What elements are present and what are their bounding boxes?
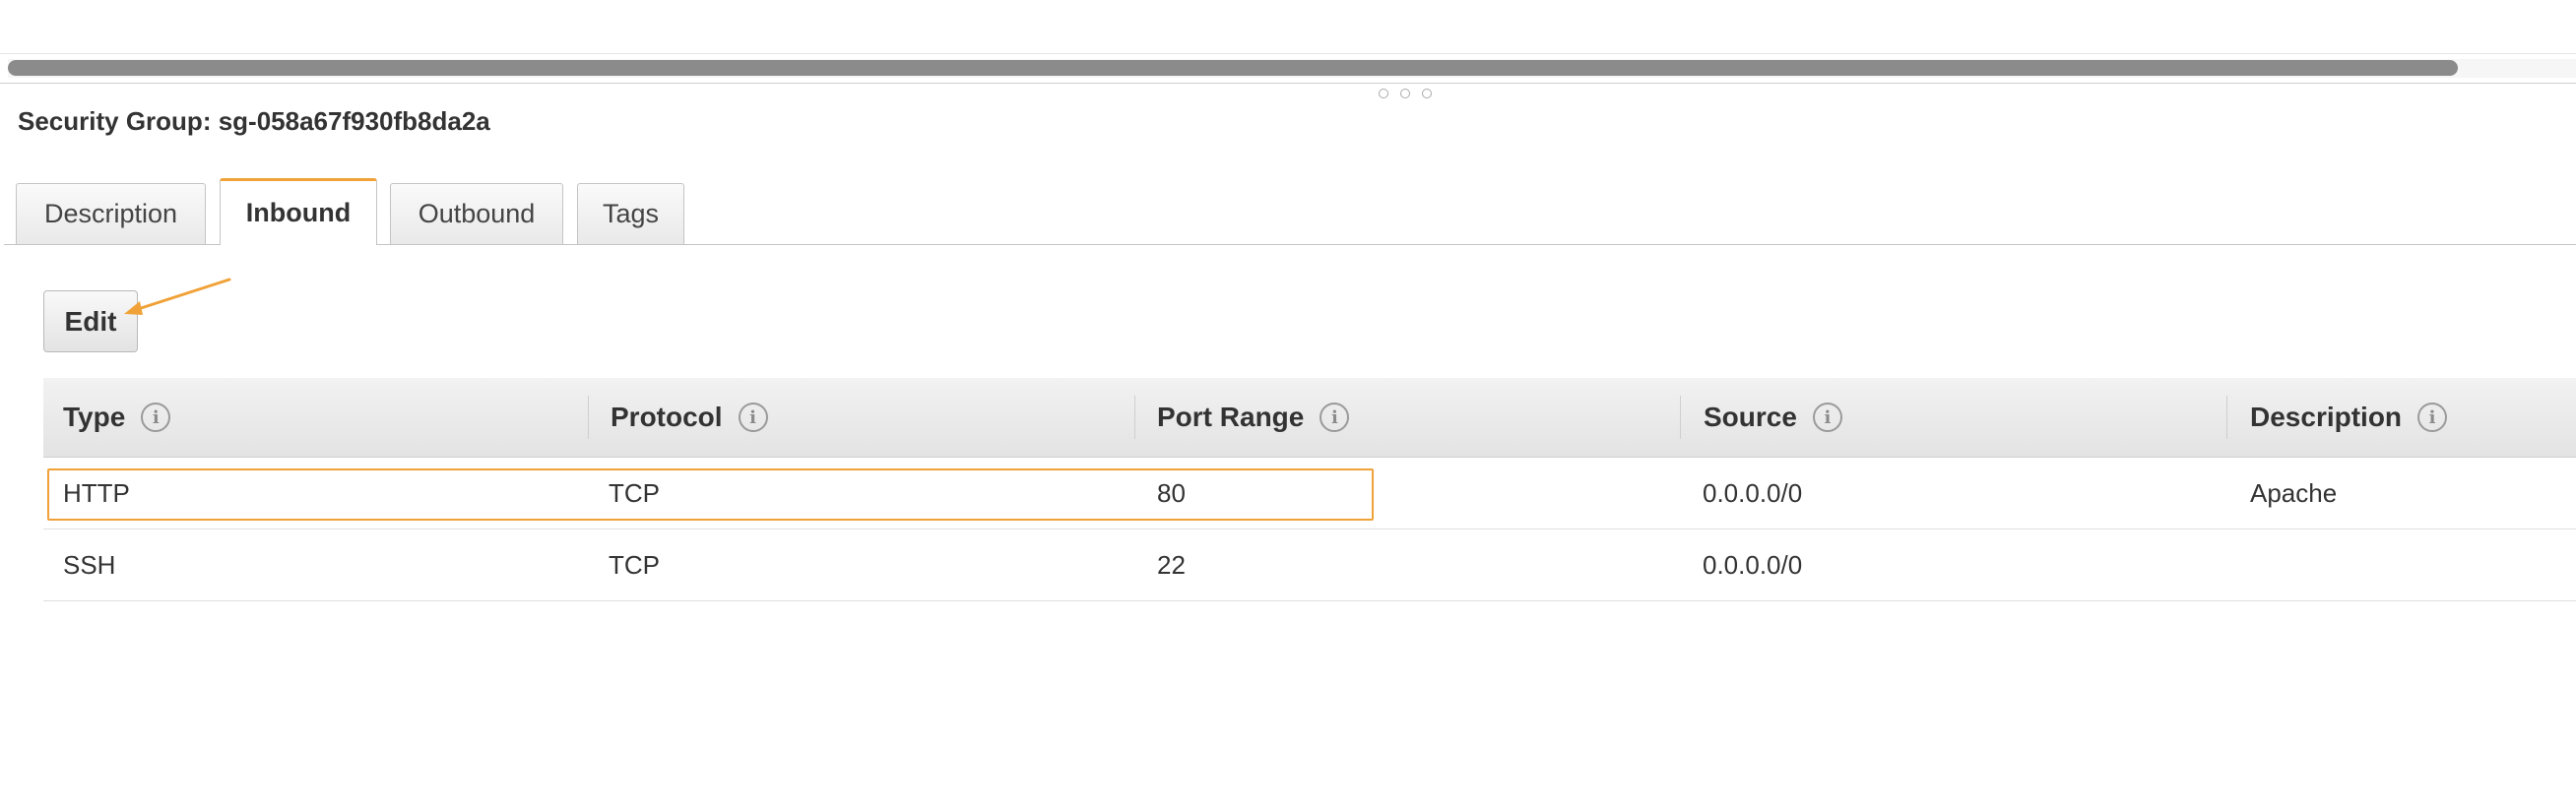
column-header-label: Protocol — [611, 402, 723, 432]
column-header-label: Source — [1704, 402, 1797, 432]
column-separator[interactable] — [2226, 396, 2227, 439]
column-header-label: Description — [2250, 402, 2403, 432]
resize-grip-handle[interactable] — [1379, 89, 1432, 98]
column-header-type[interactable]: Type i — [63, 378, 171, 457]
cell-type: HTTP — [63, 477, 130, 508]
tab-bar-border — [4, 244, 2576, 245]
column-separator[interactable] — [588, 396, 589, 439]
tab-outbound[interactable]: Outbound — [390, 183, 563, 244]
annotation-arrow-icon — [124, 278, 231, 315]
tab-tags[interactable]: Tags — [577, 183, 684, 244]
info-icon[interactable]: i — [141, 403, 171, 432]
column-separator[interactable] — [1680, 396, 1681, 439]
column-header-protocol[interactable]: Protocol i — [611, 378, 768, 457]
tab-description[interactable]: Description — [16, 183, 206, 244]
grip-dot-icon — [1422, 89, 1432, 98]
info-icon[interactable]: i — [2417, 403, 2448, 432]
column-header-port-range[interactable]: Port Range i — [1157, 378, 1350, 457]
column-header-label: Type — [63, 402, 126, 432]
info-icon[interactable]: i — [1812, 403, 1842, 432]
cell-protocol: TCP — [609, 549, 660, 580]
horizontal-scrollbar-thumb[interactable] — [8, 60, 2458, 76]
panel-divider — [0, 83, 2576, 84]
tab-inbound[interactable]: Inbound — [220, 178, 377, 245]
cell-protocol: TCP — [609, 477, 660, 508]
table-row[interactable]: SSH TCP 22 0.0.0.0/0 — [43, 529, 2576, 601]
cell-description: Apache — [2250, 477, 2338, 508]
cell-source: 0.0.0.0/0 — [1703, 477, 1803, 508]
column-header-label: Port Range — [1157, 402, 1305, 432]
cell-source: 0.0.0.0/0 — [1703, 549, 1803, 580]
column-header-description[interactable]: Description i — [2250, 378, 2448, 457]
column-separator[interactable] — [1134, 396, 1135, 439]
top-border — [0, 53, 2576, 54]
info-icon[interactable]: i — [738, 403, 768, 432]
grip-dot-icon — [1400, 89, 1410, 98]
cell-type: SSH — [63, 549, 116, 580]
security-group-title: Security Group: sg-058a67f930fb8da2a — [18, 106, 490, 136]
grip-dot-icon — [1379, 89, 1388, 98]
info-icon[interactable]: i — [1320, 403, 1350, 432]
table-row[interactable]: HTTP TCP 80 0.0.0.0/0 Apache — [43, 458, 2576, 529]
cell-port-range: 80 — [1157, 477, 1186, 508]
column-header-source[interactable]: Source i — [1704, 378, 1842, 457]
table-header: Type i Protocol i Port Range i Source i … — [43, 378, 2576, 458]
cell-port-range: 22 — [1157, 549, 1186, 580]
